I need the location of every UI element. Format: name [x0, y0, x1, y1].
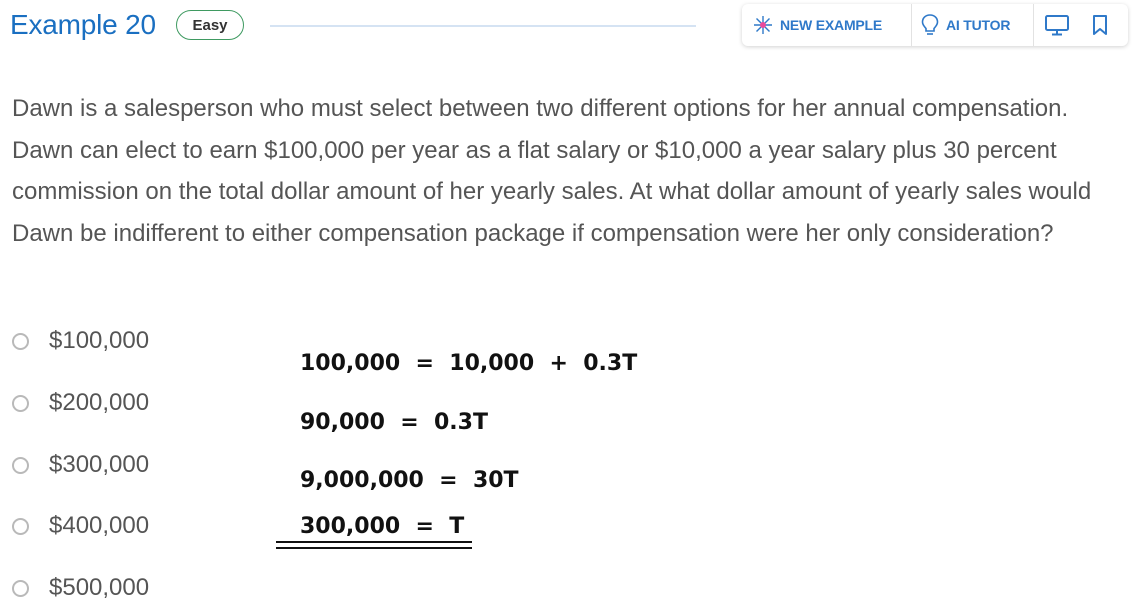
- option-label: $300,000: [49, 451, 150, 478]
- page: Example 20 Easy NEW EXAMPLE AI TUTOR Daw…: [0, 0, 1132, 611]
- answer-option[interactable]: $400,000: [12, 508, 149, 544]
- page-title: Example 20: [10, 9, 156, 40]
- radio-button[interactable]: [12, 579, 29, 597]
- monitor-icon: [1044, 13, 1070, 37]
- radio-button[interactable]: [12, 332, 29, 350]
- bookmark-icon: [1091, 13, 1109, 37]
- monitor-button[interactable]: [1034, 4, 1080, 46]
- option-label: $500,000: [49, 574, 150, 601]
- difficulty-badge: Easy: [176, 10, 244, 40]
- option-label: $100,000: [49, 327, 150, 354]
- radio-button[interactable]: [12, 456, 29, 474]
- option-label: $200,000: [49, 389, 150, 416]
- header: Example 20 Easy NEW EXAMPLE AI TUTOR: [0, 0, 1132, 54]
- answer-option[interactable]: $200,000: [12, 385, 149, 421]
- work-line-4: 300,000 = T: [300, 514, 465, 539]
- question-text: Dawn is a salesperson who must select be…: [12, 95, 1092, 247]
- answer-underline: [276, 541, 472, 543]
- new-example-button[interactable]: NEW EXAMPLE: [742, 4, 912, 46]
- radio-button[interactable]: [12, 517, 29, 535]
- new-example-label: NEW EXAMPLE: [780, 17, 883, 33]
- ai-tutor-button[interactable]: AI TUTOR: [912, 4, 1034, 46]
- toolbar: NEW EXAMPLE AI TUTOR: [742, 4, 1128, 46]
- ai-tutor-label: AI TUTOR: [946, 17, 1011, 33]
- sparkle-icon: [752, 14, 774, 36]
- answer-option[interactable]: $300,000: [12, 447, 149, 483]
- answer-option[interactable]: $500,000: [12, 570, 149, 606]
- lightbulb-icon: [920, 13, 940, 37]
- answer-double-underline: [276, 547, 472, 549]
- radio-button[interactable]: [12, 394, 29, 412]
- bookmark-button[interactable]: [1080, 4, 1120, 46]
- header-divider: [270, 25, 696, 27]
- option-label: $400,000: [49, 512, 150, 539]
- work-line-3: 9,000,000 = 30T: [300, 468, 519, 493]
- answer-option[interactable]: $100,000: [12, 323, 149, 359]
- work-line-2: 90,000 = 0.3T: [300, 410, 488, 435]
- work-line-1: 100,000 = 10,000 + 0.3T: [300, 351, 638, 376]
